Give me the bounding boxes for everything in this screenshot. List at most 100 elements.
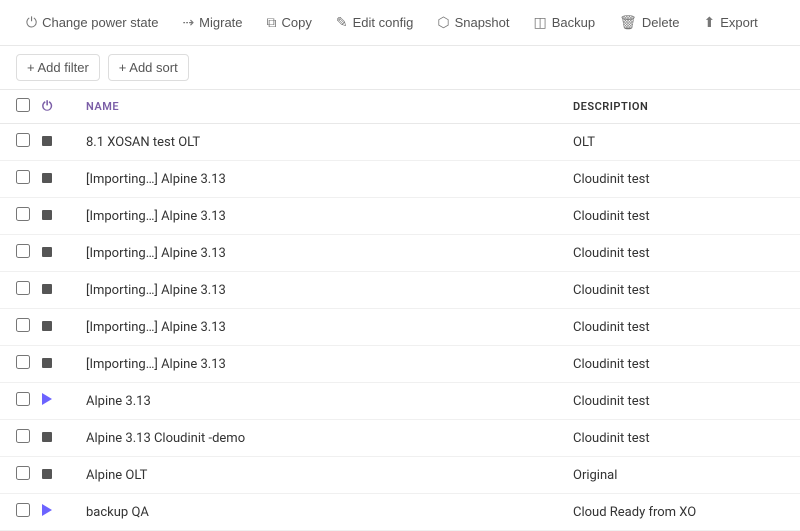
table-row: [Importing…] Alpine 3.13Cloudinit test bbox=[0, 161, 800, 198]
row-status-cell bbox=[38, 457, 74, 494]
row-description: Cloudinit test bbox=[561, 420, 800, 457]
row-checkbox[interactable] bbox=[16, 244, 30, 258]
row-name: [Importing…] Alpine 3.13 bbox=[74, 309, 561, 346]
table-row: [Importing…] Alpine 3.13Cloudinit test bbox=[0, 272, 800, 309]
row-checkbox[interactable] bbox=[16, 318, 30, 332]
row-checkbox-cell bbox=[0, 346, 38, 383]
row-description: Cloudinit test bbox=[561, 309, 800, 346]
row-name: [Importing…] Alpine 3.13 bbox=[74, 198, 561, 235]
row-checkbox-cell bbox=[0, 494, 38, 531]
edit-config-button[interactable]: ✎ Edit config bbox=[326, 8, 423, 37]
row-name: [Importing…] Alpine 3.13 bbox=[74, 346, 561, 383]
row-checkbox[interactable] bbox=[16, 207, 30, 221]
migrate-icon: ⇢ bbox=[182, 14, 194, 31]
row-checkbox[interactable] bbox=[16, 466, 30, 480]
row-status-cell bbox=[38, 494, 74, 531]
row-name: Alpine OLT bbox=[74, 457, 561, 494]
row-name: Alpine 3.13 bbox=[74, 383, 561, 420]
row-checkbox-cell bbox=[0, 235, 38, 272]
row-checkbox[interactable] bbox=[16, 281, 30, 295]
status-stopped-icon bbox=[42, 210, 52, 220]
row-description: Cloudinit test bbox=[561, 161, 800, 198]
copy-button[interactable]: ⧉ Copy bbox=[257, 8, 322, 37]
table-row: 8.1 XOSAN test OLTOLT bbox=[0, 124, 800, 161]
status-stopped-icon bbox=[42, 173, 52, 183]
backup-button[interactable]: ◫ Backup bbox=[524, 8, 606, 37]
status-stopped-icon bbox=[42, 284, 52, 294]
row-description: Cloudinit test bbox=[561, 235, 800, 272]
row-status-cell bbox=[38, 124, 74, 161]
power-icon: ⏻ bbox=[26, 14, 37, 31]
delete-label: Delete bbox=[642, 15, 680, 30]
row-checkbox[interactable] bbox=[16, 355, 30, 369]
row-status-cell bbox=[38, 272, 74, 309]
snapshot-icon: ⬡ bbox=[437, 14, 449, 31]
row-checkbox-cell bbox=[0, 383, 38, 420]
copy-label: Copy bbox=[282, 15, 312, 30]
edit-icon: ✎ bbox=[336, 14, 348, 31]
row-description: Cloud Ready from XO bbox=[561, 494, 800, 531]
row-checkbox[interactable] bbox=[16, 392, 30, 406]
row-checkbox-cell bbox=[0, 161, 38, 198]
power-state-header: ⏻ bbox=[38, 90, 74, 124]
row-description: Cloudinit test bbox=[561, 383, 800, 420]
row-name: [Importing…] Alpine 3.13 bbox=[74, 272, 561, 309]
table-row: backup QACloud Ready from XO bbox=[0, 494, 800, 531]
add-sort-button[interactable]: + Add sort bbox=[108, 54, 189, 81]
status-running-icon bbox=[42, 504, 52, 516]
add-filter-label: + Add filter bbox=[27, 60, 89, 75]
row-name: Alpine 3.13 Cloudinit -demo bbox=[74, 420, 561, 457]
change-power-state-button[interactable]: ⏻ Change power state bbox=[16, 8, 168, 37]
table-row: [Importing…] Alpine 3.13Cloudinit test bbox=[0, 309, 800, 346]
row-checkbox[interactable] bbox=[16, 133, 30, 147]
row-status-cell bbox=[38, 198, 74, 235]
row-checkbox[interactable] bbox=[16, 170, 30, 184]
row-checkbox-cell bbox=[0, 420, 38, 457]
row-checkbox-cell bbox=[0, 124, 38, 161]
row-checkbox-cell bbox=[0, 457, 38, 494]
description-column-header: Description bbox=[561, 90, 800, 124]
table-row: [Importing…] Alpine 3.13Cloudinit test bbox=[0, 198, 800, 235]
row-status-cell bbox=[38, 309, 74, 346]
migrate-button[interactable]: ⇢ Migrate bbox=[172, 8, 252, 37]
export-button[interactable]: ⬆ Export bbox=[693, 8, 767, 37]
row-name: [Importing…] Alpine 3.13 bbox=[74, 235, 561, 272]
table-row: [Importing…] Alpine 3.13Cloudinit test bbox=[0, 235, 800, 272]
row-name: backup QA bbox=[74, 494, 561, 531]
toolbar: ⏻ Change power state ⇢ Migrate ⧉ Copy ✎ … bbox=[0, 0, 800, 46]
status-stopped-icon bbox=[42, 247, 52, 257]
row-checkbox[interactable] bbox=[16, 503, 30, 517]
export-label: Export bbox=[720, 15, 758, 30]
backup-label: Backup bbox=[552, 15, 595, 30]
row-status-cell bbox=[38, 235, 74, 272]
row-name: 8.1 XOSAN test OLT bbox=[74, 124, 561, 161]
row-description: Cloudinit test bbox=[561, 346, 800, 383]
snapshot-label: Snapshot bbox=[455, 15, 510, 30]
power-header-icon: ⏻ bbox=[42, 99, 53, 114]
delete-icon: 🗑 bbox=[619, 14, 637, 31]
row-description: Cloudinit test bbox=[561, 272, 800, 309]
add-sort-label: + Add sort bbox=[119, 60, 178, 75]
filter-bar: + Add filter + Add sort bbox=[0, 46, 800, 90]
row-status-cell bbox=[38, 161, 74, 198]
status-stopped-icon bbox=[42, 358, 52, 368]
select-all-header[interactable] bbox=[0, 90, 38, 124]
row-checkbox[interactable] bbox=[16, 429, 30, 443]
status-stopped-icon bbox=[42, 321, 52, 331]
select-all-checkbox[interactable] bbox=[16, 98, 30, 112]
snapshot-button[interactable]: ⬡ Snapshot bbox=[427, 8, 519, 37]
table-row: Alpine OLTOriginal bbox=[0, 457, 800, 494]
row-name: [Importing…] Alpine 3.13 bbox=[74, 161, 561, 198]
name-column-header: Name bbox=[74, 90, 561, 124]
row-checkbox-cell bbox=[0, 272, 38, 309]
vm-table: ⏻ Name Description 8.1 XOSAN test OLTOLT… bbox=[0, 90, 800, 531]
status-stopped-icon bbox=[42, 469, 52, 479]
row-description: Original bbox=[561, 457, 800, 494]
row-checkbox-cell bbox=[0, 309, 38, 346]
delete-button[interactable]: 🗑 Delete bbox=[609, 8, 689, 37]
row-status-cell bbox=[38, 383, 74, 420]
edit-config-label: Edit config bbox=[353, 15, 414, 30]
row-description: Cloudinit test bbox=[561, 198, 800, 235]
table-body: 8.1 XOSAN test OLTOLT[Importing…] Alpine… bbox=[0, 124, 800, 531]
add-filter-button[interactable]: + Add filter bbox=[16, 54, 100, 81]
